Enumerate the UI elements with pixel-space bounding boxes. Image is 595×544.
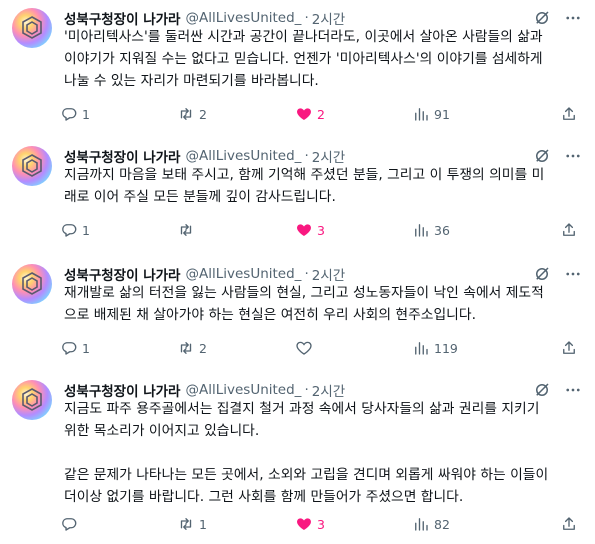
retweet-button[interactable]	[177, 220, 199, 240]
more-icon[interactable]	[564, 9, 582, 27]
more-icon[interactable]	[564, 147, 582, 165]
separator-dot: ·	[304, 10, 309, 26]
retweet-count: 2	[199, 106, 207, 122]
avatar[interactable]	[12, 264, 52, 304]
tweet-line: '미아리텍사스'를 둘러싼 시간과 공간이 끝나더라도, 이곳에서 살아온 사람…	[64, 29, 543, 45]
separator-dot: ·	[304, 266, 309, 282]
reply-count: 1	[82, 340, 90, 356]
tweet-text: '미아리텍사스'를 둘러싼 시간과 공간이 끝나더라도, 이곳에서 살아온 사람…	[64, 26, 584, 92]
reply-button[interactable]	[60, 514, 82, 534]
avatar[interactable]	[12, 380, 52, 420]
views-count: 91	[434, 106, 450, 122]
tweet-line: 위한 목소리가 이어지고 있습니다.	[64, 423, 260, 439]
reply-icon	[62, 108, 77, 121]
more-icon[interactable]	[564, 381, 582, 399]
reply-icon	[62, 224, 77, 237]
display-name[interactable]: 성북구청장이 나가라	[64, 146, 180, 166]
retweet-icon	[180, 518, 192, 530]
separator-dot: ·	[304, 382, 309, 398]
views-button[interactable]: 91	[412, 104, 450, 124]
grok-icon[interactable]	[533, 381, 551, 399]
like-button[interactable]: 2	[295, 104, 325, 124]
timestamp[interactable]: 2시간	[312, 264, 345, 284]
reply-button[interactable]: 1	[60, 104, 90, 124]
tweet-line: 지금까지 마음을 보태 주시고, 함께 기억해 주셨던 분들, 그리고 이 투쟁…	[64, 167, 545, 183]
views-icon	[415, 108, 428, 121]
reply-button[interactable]: 1	[60, 220, 90, 240]
retweet-button[interactable]: 2	[177, 338, 207, 358]
tweet-line: 더이상 없기를 바랍니다. 그런 사회를 함께 만들어가 주셨으면 합니다.	[64, 489, 464, 505]
tweet-text: 재개발로 삶의 터전을 잃는 사람들의 현실, 그리고 성노동자들이 낙인 속에…	[64, 282, 584, 326]
share-icon	[563, 223, 575, 236]
like-count: 3	[317, 222, 325, 238]
user-handle[interactable]: @AllLivesUnited_	[185, 148, 301, 164]
like-count: 3	[317, 516, 325, 532]
retweet-icon	[180, 342, 192, 354]
views-count: 119	[434, 340, 458, 356]
heart-icon	[297, 108, 311, 120]
share-button[interactable]	[560, 338, 578, 358]
retweet-count: 1	[199, 516, 207, 532]
heart-icon	[297, 518, 311, 530]
share-button[interactable]	[560, 104, 578, 124]
tweet-line: 이야기가 지워질 수는 없다고 믿습니다. 언젠가 '미아리텍사스'의 이야기를…	[64, 51, 543, 67]
tweet-line: 지금도 파주 용주골에서는 집결지 철거 과정 속에서 당사자들의 삶과 권리를…	[64, 401, 540, 417]
retweet-button[interactable]: 1	[177, 514, 207, 534]
display-name[interactable]: 성북구청장이 나가라	[64, 380, 180, 400]
avatar[interactable]	[12, 8, 52, 48]
reply-button[interactable]: 1	[60, 338, 90, 358]
tweet-line: 래로 이어 주실 모든 분들께 깊이 감사드립니다.	[64, 189, 336, 205]
views-icon	[415, 342, 428, 355]
tweet-line: 나눌 수 있는 자리가 마련되기를 바라봅니다.	[64, 73, 319, 89]
retweet-icon	[180, 108, 192, 120]
share-icon	[563, 341, 575, 354]
tweet-line: 으로 배제된 채 살아가야 하는 현실은 여전히 우리 사회의 현주소입니다.	[64, 307, 476, 323]
like-button[interactable]: 3	[295, 220, 325, 240]
views-count: 82	[434, 516, 450, 532]
tweet-text: 지금도 파주 용주골에서는 집결지 철거 과정 속에서 당사자들의 삶과 권리를…	[64, 398, 584, 508]
user-handle[interactable]: @AllLivesUnited_	[185, 266, 301, 282]
user-handle[interactable]: @AllLivesUnited_	[185, 10, 301, 26]
like-count: 2	[317, 106, 325, 122]
reply-count: 1	[82, 222, 90, 238]
like-button[interactable]: 3	[295, 514, 325, 534]
share-icon	[563, 517, 575, 530]
retweet-icon	[180, 224, 192, 236]
tweet-text: 지금까지 마음을 보태 주시고, 함께 기억해 주셨던 분들, 그리고 이 투쟁…	[64, 164, 584, 208]
separator-dot: ·	[304, 148, 309, 164]
reply-icon	[62, 342, 77, 355]
tweet-line: 재개발로 삶의 터전을 잃는 사람들의 현실, 그리고 성노동자들이 낙인 속에…	[64, 285, 544, 301]
views-button[interactable]: 82	[412, 514, 450, 534]
reply-icon	[62, 518, 77, 531]
more-icon[interactable]	[564, 265, 582, 283]
timestamp[interactable]: 2시간	[312, 146, 345, 166]
like-button[interactable]	[295, 338, 317, 358]
avatar[interactable]	[12, 146, 52, 186]
user-handle[interactable]: @AllLivesUnited_	[185, 382, 301, 398]
views-count: 36	[434, 222, 450, 238]
heart-icon	[297, 224, 311, 236]
reply-count: 1	[82, 106, 90, 122]
grok-icon[interactable]	[533, 147, 551, 165]
tweet-line: 같은 문제가 나타나는 모든 곳에서, 소외와 고립을 견디며 외롭게 싸워야 …	[64, 467, 549, 483]
retweet-count: 2	[199, 340, 207, 356]
share-button[interactable]	[560, 220, 578, 240]
views-button[interactable]: 119	[412, 338, 458, 358]
retweet-button[interactable]: 2	[177, 104, 207, 124]
views-icon	[415, 518, 428, 531]
display-name[interactable]: 성북구청장이 나가라	[64, 264, 180, 284]
views-button[interactable]: 36	[412, 220, 450, 240]
timestamp[interactable]: 2시간	[312, 380, 345, 400]
views-icon	[415, 224, 428, 237]
share-button[interactable]	[560, 514, 578, 534]
share-icon	[563, 107, 575, 120]
grok-icon[interactable]	[533, 265, 551, 283]
display-name[interactable]: 성북구청장이 나가라	[64, 8, 180, 28]
timestamp[interactable]: 2시간	[312, 8, 345, 28]
heart-icon	[296, 341, 312, 355]
grok-icon[interactable]	[533, 9, 551, 27]
